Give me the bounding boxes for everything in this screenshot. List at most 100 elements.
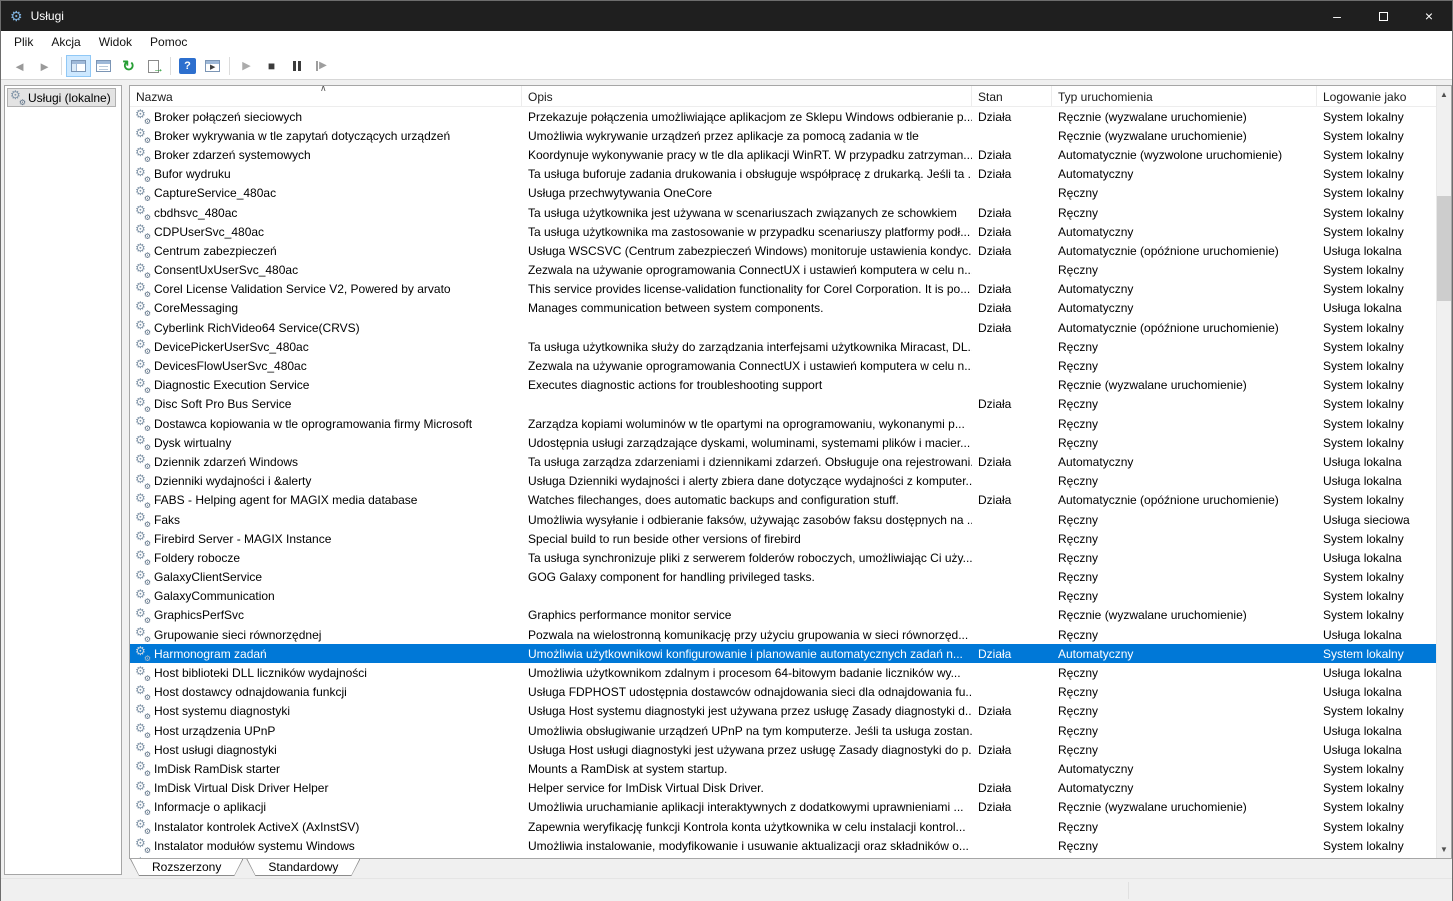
- service-row[interactable]: Broker wykrywania w tle zapytań dotycząc…: [130, 126, 1436, 145]
- tree-item-services-local[interactable]: Usługi (lokalne): [7, 88, 116, 107]
- service-row[interactable]: Broker połączeń sieciowych Przekazuje po…: [130, 107, 1436, 126]
- service-row[interactable]: Dziennik zdarzeń Windows Ta usługa zarzą…: [130, 452, 1436, 471]
- cell-startup-type: Ręczny: [1052, 551, 1317, 565]
- service-row[interactable]: GalaxyClientService GOG Galaxy component…: [130, 568, 1436, 587]
- column-header-name[interactable]: Nazwa ∧: [130, 86, 522, 106]
- cell-description: Ta usługa użytkownika służy do zarządzan…: [522, 340, 972, 354]
- cell-status: Działa: [972, 781, 1052, 795]
- service-row[interactable]: Bufor wydruku Ta usługa buforuje zadania…: [130, 165, 1436, 184]
- service-row[interactable]: ImDisk Virtual Disk Driver Helper Helper…: [130, 779, 1436, 798]
- export-list-button[interactable]: →: [141, 55, 166, 77]
- column-header-status[interactable]: Stan: [972, 86, 1052, 106]
- view-tabs: Rozszerzony Standardowy: [130, 859, 360, 876]
- service-row[interactable]: Dzienniki wydajności i &alerty Usługa Dz…: [130, 472, 1436, 491]
- service-row[interactable]: Harmonogram zadań Umożliwia użytkownikow…: [130, 644, 1436, 663]
- service-name: ConsentUxUserSvc_480ac: [154, 263, 298, 277]
- service-row[interactable]: GraphicsPerfSvc Graphics performance mon…: [130, 606, 1436, 625]
- service-row[interactable]: Host urządzenia UPnP Umożliwia obsługiwa…: [130, 721, 1436, 740]
- service-row[interactable]: DevicesFlowUserSvc_480ac Zezwala na używ…: [130, 356, 1436, 375]
- column-header-description[interactable]: Opis: [522, 86, 972, 106]
- cell-name: Harmonogram zadań: [130, 646, 522, 661]
- show-console-tree-button[interactable]: [66, 55, 91, 77]
- service-row[interactable]: ImDisk RamDisk starter Mounts a RamDisk …: [130, 759, 1436, 778]
- service-row[interactable]: Centrum zabezpieczeń Usługa WSCSVC (Cent…: [130, 241, 1436, 260]
- stop-service-button[interactable]: ■: [259, 55, 284, 77]
- service-row[interactable]: Host biblioteki DLL liczników wydajności…: [130, 663, 1436, 682]
- cell-logon-as: System lokalny: [1317, 704, 1436, 718]
- service-gear-icon: [135, 646, 150, 661]
- service-row[interactable]: ConsentUxUserSvc_480ac Zezwala na używan…: [130, 261, 1436, 280]
- vertical-scrollbar[interactable]: ▲ ▼: [1436, 86, 1451, 858]
- service-row[interactable]: Corel License Validation Service V2, Pow…: [130, 280, 1436, 299]
- service-gear-icon: [135, 186, 150, 201]
- service-row[interactable]: FABS - Helping agent for MAGIX media dat…: [130, 491, 1436, 510]
- service-name: Broker zdarzeń systemowych: [154, 148, 311, 162]
- service-row[interactable]: Broker zdarzeń systemowych Koordynuje wy…: [130, 145, 1436, 164]
- service-row[interactable]: CDPUserSvc_480ac Ta usługa użytkownika m…: [130, 222, 1436, 241]
- service-row[interactable]: Instalator kontrolek ActiveX (AxInstSV) …: [130, 817, 1436, 836]
- service-row[interactable]: Dysk wirtualny Udostępnia usługi zarządz…: [130, 433, 1436, 452]
- restart-service-button[interactable]: ▶: [309, 55, 334, 77]
- forward-button[interactable]: ►: [32, 55, 57, 77]
- cell-name: Host urządzenia UPnP: [130, 723, 522, 738]
- tab-standard[interactable]: Standardowy: [246, 859, 360, 876]
- properties-button[interactable]: [91, 55, 116, 77]
- service-row[interactable]: Host usługi diagnostyki Usługa Host usłu…: [130, 740, 1436, 759]
- service-row[interactable]: CaptureService_480ac Usługa przechwytywa…: [130, 184, 1436, 203]
- service-row[interactable]: CoreMessaging Manages communication betw…: [130, 299, 1436, 318]
- scroll-up-button[interactable]: ▲: [1437, 86, 1451, 103]
- cell-logon-as: Usługa lokalna: [1317, 666, 1436, 680]
- service-row[interactable]: Instalator modułów systemu Windows Umożl…: [130, 836, 1436, 855]
- service-gear-icon: [135, 243, 150, 258]
- column-header-logon-as[interactable]: Logowanie jako: [1317, 86, 1436, 106]
- column-header-startup-type[interactable]: Typ uruchomienia: [1052, 86, 1317, 106]
- cell-name: Broker zdarzeń systemowych: [130, 147, 522, 162]
- service-row[interactable]: Instalator Windows Dodaje, modyfikuje i …: [130, 855, 1436, 858]
- cell-logon-as: System lokalny: [1317, 570, 1436, 584]
- cell-name: CaptureService_480ac: [130, 186, 522, 201]
- menu-item-widok[interactable]: Widok: [90, 32, 141, 52]
- maximize-button[interactable]: [1360, 1, 1406, 31]
- scroll-down-button[interactable]: ▼: [1437, 841, 1451, 858]
- service-row[interactable]: Host dostawcy odnajdowania funkcji Usług…: [130, 683, 1436, 702]
- tab-extended[interactable]: Rozszerzony: [130, 859, 243, 876]
- service-row[interactable]: Diagnostic Execution Service Executes di…: [130, 376, 1436, 395]
- cell-logon-as: Usługa lokalna: [1317, 628, 1436, 642]
- service-gear-icon: [135, 493, 150, 508]
- cell-startup-type: Ręczny: [1052, 206, 1317, 220]
- pause-service-button[interactable]: [284, 55, 309, 77]
- scrollbar-thumb[interactable]: [1437, 196, 1451, 301]
- cell-status: Działa: [972, 301, 1052, 315]
- service-gear-icon: [135, 416, 150, 431]
- cell-logon-as: System lokalny: [1317, 820, 1436, 834]
- menu-item-pomoc[interactable]: Pomoc: [141, 32, 196, 52]
- menu-item-plik[interactable]: Plik: [5, 32, 42, 52]
- service-row[interactable]: DevicePickerUserSvc_480ac Ta usługa użyt…: [130, 337, 1436, 356]
- service-gear-icon: [135, 339, 150, 354]
- refresh-button[interactable]: ↻: [116, 55, 141, 77]
- cell-name: Faks: [130, 512, 522, 527]
- service-row[interactable]: cbdhsvc_480ac Ta usługa użytkownika jest…: [130, 203, 1436, 222]
- extended-view-button[interactable]: ▶: [200, 55, 225, 77]
- service-row[interactable]: Foldery robocze Ta usługa synchronizuje …: [130, 548, 1436, 567]
- service-row[interactable]: Cyberlink RichVideo64 Service(CRVS) Dzia…: [130, 318, 1436, 337]
- minimize-button[interactable]: –: [1314, 1, 1360, 31]
- service-row[interactable]: Informacje o aplikacji Umożliwia urucham…: [130, 798, 1436, 817]
- service-row[interactable]: Disc Soft Pro Bus Service Działa Ręczny …: [130, 395, 1436, 414]
- menu-item-akcja[interactable]: Akcja: [42, 32, 89, 52]
- cell-logon-as: System lokalny: [1317, 781, 1436, 795]
- service-row[interactable]: Host systemu diagnostyki Usługa Host sys…: [130, 702, 1436, 721]
- service-row[interactable]: Firebird Server - MAGIX Instance Special…: [130, 529, 1436, 548]
- service-row[interactable]: Dostawca kopiowania w tle oprogramowania…: [130, 414, 1436, 433]
- service-name: Dysk wirtualny: [154, 436, 231, 450]
- service-row[interactable]: GalaxyCommunication Ręczny System lokaln…: [130, 587, 1436, 606]
- start-service-button[interactable]: ▶: [234, 55, 259, 77]
- back-button[interactable]: ◄: [7, 55, 32, 77]
- cell-name: GraphicsPerfSvc: [130, 608, 522, 623]
- help-button[interactable]: ?: [175, 55, 200, 77]
- close-button[interactable]: ×: [1406, 1, 1452, 31]
- cell-name: Firebird Server - MAGIX Instance: [130, 531, 522, 546]
- service-row[interactable]: Faks Umożliwia wysyłanie i odbieranie fa…: [130, 510, 1436, 529]
- service-row[interactable]: Grupowanie sieci równorzędnej Pozwala na…: [130, 625, 1436, 644]
- cell-name: Diagnostic Execution Service: [130, 378, 522, 393]
